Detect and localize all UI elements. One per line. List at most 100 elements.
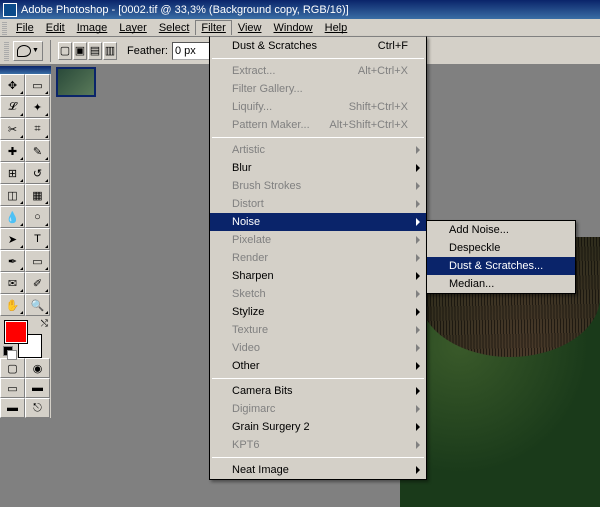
submenu-arrow-icon <box>416 362 420 370</box>
screen-mode-2-icon[interactable]: ▬ <box>25 378 50 398</box>
notes-tool[interactable]: ✉ <box>0 272 25 294</box>
blur-tool[interactable]: 💧 <box>0 206 25 228</box>
menu-view[interactable]: View <box>232 20 268 36</box>
zoom-tool[interactable]: 🔍 <box>25 294 50 316</box>
slice-tool[interactable]: ⌗ <box>25 118 50 140</box>
tool-preset-picker[interactable]: ▼ <box>13 41 43 61</box>
menu-help[interactable]: Help <box>319 20 354 36</box>
menu-item-stylize[interactable]: Stylize <box>210 303 426 321</box>
document-thumbnail <box>56 67 96 97</box>
clone-stamp-tool[interactable]: ⊞ <box>0 162 25 184</box>
feather-label: Feather: <box>127 45 168 57</box>
screen-mode-3-icon[interactable]: ▬ <box>0 398 25 418</box>
healing-brush-tool[interactable]: ✚ <box>0 140 25 162</box>
move-tool[interactable]: ✥ <box>0 74 25 96</box>
menu-item-shortcut: Alt+Shift+Ctrl+X <box>329 119 408 131</box>
brush-tool[interactable]: ✎ <box>25 140 50 162</box>
menu-image[interactable]: Image <box>71 20 114 36</box>
menu-item-shortcut: Ctrl+F <box>378 40 408 52</box>
toolbox-titlebar[interactable] <box>0 66 51 74</box>
foreground-color-swatch[interactable] <box>4 320 28 344</box>
menu-item-last-filter[interactable]: Dust & Scratches Ctrl+F <box>210 37 426 55</box>
flyout-indicator-icon <box>20 157 23 160</box>
eyedropper-tool[interactable]: ✐ <box>25 272 50 294</box>
menu-item-label: Artistic <box>232 144 265 156</box>
menu-item-label: Pattern Maker... <box>232 119 310 131</box>
menu-item-other[interactable]: Other <box>210 357 426 375</box>
optbar-grip[interactable] <box>4 41 9 61</box>
menu-item-neat-image[interactable]: Neat Image <box>210 461 426 479</box>
submenu-arrow-icon <box>416 272 420 280</box>
submenu-item-median-[interactable]: Median... <box>427 275 575 293</box>
pen-tool[interactable]: ✒ <box>0 250 25 272</box>
selection-add-icon[interactable]: ▣ <box>73 42 87 60</box>
menu-item-label: Sketch <box>232 288 266 300</box>
menu-filter[interactable]: Filter <box>195 20 231 35</box>
flyout-indicator-icon <box>20 289 23 292</box>
feather-input[interactable] <box>172 42 212 60</box>
lasso-tool[interactable]: 𝓛 <box>0 96 25 118</box>
flyout-indicator-icon <box>45 201 48 204</box>
path-selection-tool[interactable]: ➤ <box>0 228 25 250</box>
submenu-item-dust-scratches-[interactable]: Dust & Scratches... <box>427 257 575 275</box>
menu-item-extract-: Extract...Alt+Ctrl+X <box>210 62 426 80</box>
shape-tool[interactable]: ▭ <box>25 250 50 272</box>
selection-intersect-icon[interactable]: ▥ <box>103 42 117 60</box>
separator <box>50 40 51 62</box>
gradient-tool[interactable]: ▦ <box>25 184 50 206</box>
menu-item-label: Pixelate <box>232 234 271 246</box>
marquee-tool[interactable]: ▭ <box>25 74 50 96</box>
flyout-indicator-icon <box>20 223 23 226</box>
quickmask-mode-icon[interactable]: ◉ <box>25 358 50 378</box>
submenu-arrow-icon <box>416 423 420 431</box>
hand-tool[interactable]: ✋ <box>0 294 25 316</box>
menu-item-camera-bits[interactable]: Camera Bits <box>210 382 426 400</box>
menu-item-shortcut: Shift+Ctrl+X <box>349 101 408 113</box>
menu-file[interactable]: File <box>10 20 40 36</box>
menu-item-label: Extract... <box>232 65 275 77</box>
menubar-grip[interactable] <box>2 21 7 35</box>
menu-item-pattern-maker-: Pattern Maker... Alt+Shift+Ctrl+X <box>210 116 426 134</box>
menu-window[interactable]: Window <box>268 20 319 36</box>
submenu-arrow-icon <box>416 164 420 172</box>
menu-item-noise[interactable]: Noise <box>210 213 426 231</box>
menu-layer[interactable]: Layer <box>113 20 153 36</box>
history-brush-tool[interactable]: ↺ <box>25 162 50 184</box>
submenu-arrow-icon <box>416 200 420 208</box>
menu-item-filter-gallery-: Filter Gallery... <box>210 80 426 98</box>
app-icon <box>3 3 17 17</box>
dodge-tool[interactable]: ○ <box>25 206 50 228</box>
document-window[interactable] <box>54 65 214 105</box>
submenu-item-add-noise-[interactable]: Add Noise... <box>427 221 575 239</box>
submenu-arrow-icon <box>416 290 420 298</box>
menu-item-label: Dust & Scratches <box>232 40 317 52</box>
menu-item-texture: Texture <box>210 321 426 339</box>
swap-colors-icon[interactable]: ⤭ <box>41 318 48 329</box>
magic-wand-tool[interactable]: ✦ <box>25 96 50 118</box>
eraser-tool[interactable]: ◫ <box>0 184 25 206</box>
selection-new-icon[interactable]: ▢ <box>58 42 72 60</box>
default-colors-icon[interactable] <box>3 346 13 356</box>
lasso-icon <box>17 45 31 57</box>
selection-subtract-icon[interactable]: ▤ <box>88 42 102 60</box>
jump-to-icon[interactable]: ⎋ <box>25 398 50 418</box>
menu-select[interactable]: Select <box>153 20 196 36</box>
flyout-indicator-icon <box>20 135 23 138</box>
menu-edit[interactable]: Edit <box>40 20 71 36</box>
menu-item-grain-surgery-2[interactable]: Grain Surgery 2 <box>210 418 426 436</box>
submenu-item-despeckle[interactable]: Despeckle <box>427 239 575 257</box>
menu-item-label: Render <box>232 252 268 264</box>
crop-tool[interactable]: ✂ <box>0 118 25 140</box>
flyout-indicator-icon <box>45 245 48 248</box>
submenu-arrow-icon <box>416 466 420 474</box>
menu-item-label: Grain Surgery 2 <box>232 421 310 433</box>
standard-mode-icon[interactable]: ▢ <box>0 358 25 378</box>
flyout-indicator-icon <box>45 179 48 182</box>
menu-item-label: Dust & Scratches... <box>449 260 543 272</box>
flyout-indicator-icon <box>20 91 23 94</box>
menu-item-blur[interactable]: Blur <box>210 159 426 177</box>
type-tool[interactable]: T <box>25 228 50 250</box>
screen-mode-1-icon[interactable]: ▭ <box>0 378 25 398</box>
menu-item-sharpen[interactable]: Sharpen <box>210 267 426 285</box>
submenu-arrow-icon <box>416 236 420 244</box>
